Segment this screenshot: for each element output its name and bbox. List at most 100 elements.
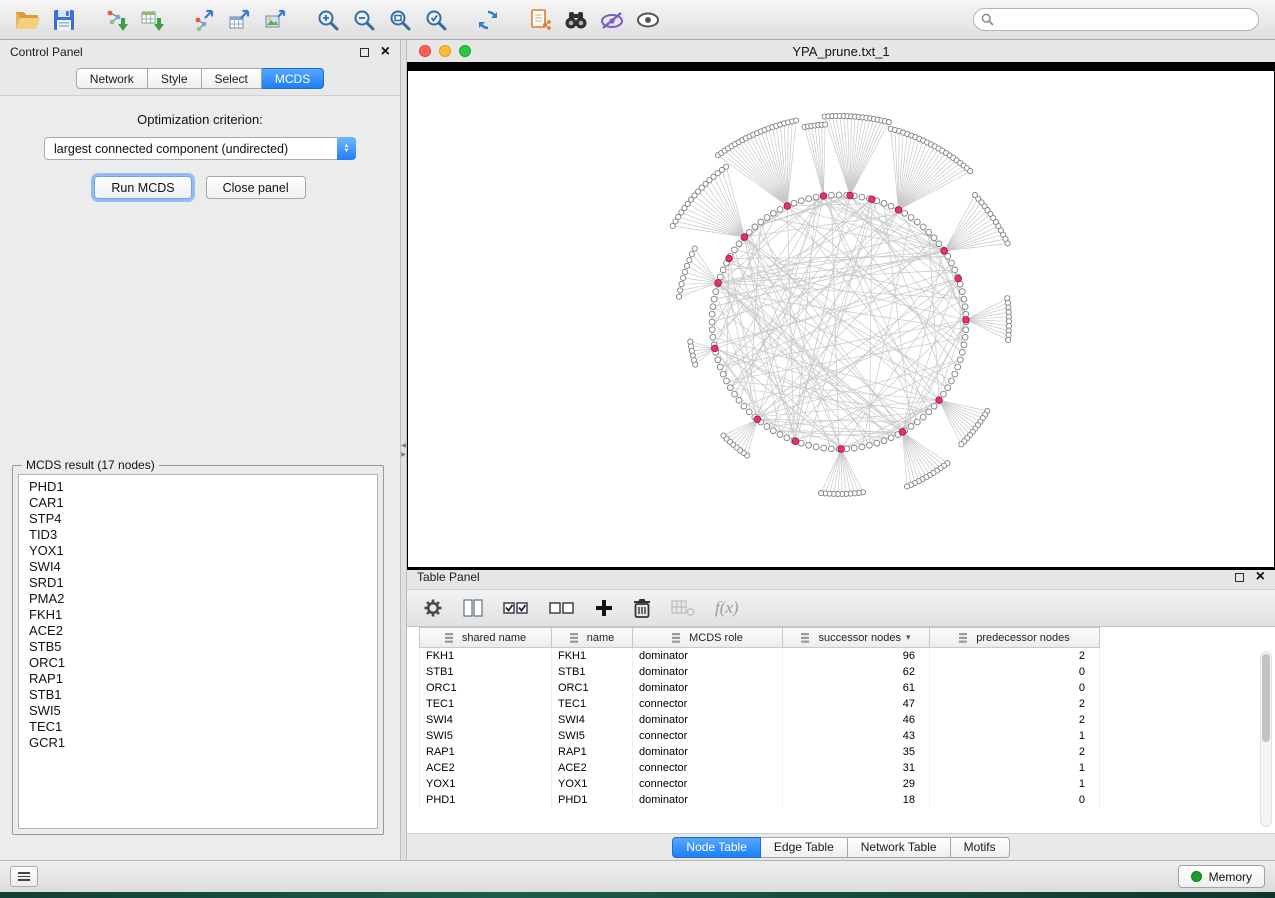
column-header-name[interactable]: name	[552, 628, 633, 648]
window-zoom-button[interactable]	[459, 45, 471, 57]
export-table-button[interactable]	[222, 4, 258, 36]
table-cell: 18	[783, 792, 930, 808]
float-panel-icon[interactable]	[360, 48, 369, 57]
column-header-shared-name[interactable]: shared name	[420, 628, 552, 648]
column-header-predecessor-nodes[interactable]: predecessor nodes	[930, 628, 1100, 648]
tab-network[interactable]: Network	[76, 68, 148, 89]
search-input[interactable]	[973, 8, 1259, 31]
collapse-right-icon[interactable]: ▶	[401, 451, 406, 458]
scrollbar-thumb[interactable]	[1262, 654, 1270, 742]
mcds-result-item[interactable]: ACE2	[19, 623, 377, 639]
table-row[interactable]: ORC1ORC1dominator610	[420, 680, 1100, 696]
memory-button[interactable]: Memory	[1178, 865, 1265, 888]
window-close-button[interactable]	[419, 45, 431, 57]
add-column-button[interactable]	[595, 599, 613, 617]
float-table-panel-icon[interactable]	[1235, 573, 1244, 582]
mcds-result-item[interactable]: TID3	[19, 527, 377, 543]
show-details-button[interactable]	[630, 4, 666, 36]
mcds-result-item[interactable]: PMA2	[19, 591, 377, 607]
eye-icon	[635, 9, 661, 31]
mcds-result-item[interactable]: GCR1	[19, 735, 377, 751]
table-row[interactable]: STB1STB1dominator620	[420, 664, 1100, 680]
table-settings-button[interactable]	[423, 598, 443, 618]
memory-label: Memory	[1209, 870, 1252, 884]
mcds-result-item[interactable]: STP4	[19, 511, 377, 527]
mcds-result-item[interactable]: STB5	[19, 639, 377, 655]
deselect-all-icon	[549, 599, 575, 617]
table-cell: 29	[783, 776, 930, 792]
table-row[interactable]: FKH1FKH1dominator962	[420, 648, 1100, 664]
clone-network-button[interactable]	[522, 4, 558, 36]
column-header-mcds-role[interactable]: MCDS role	[633, 628, 783, 648]
tab-motifs[interactable]: Motifs	[951, 837, 1010, 858]
zoom-out-button[interactable]	[346, 4, 382, 36]
control-panel-title: Control Panel	[10, 45, 83, 59]
mcds-result-item[interactable]: FKH1	[19, 607, 377, 623]
table-cell: 35	[783, 744, 930, 760]
table-row[interactable]: PHD1PHD1dominator180	[420, 792, 1100, 808]
tab-edge-table[interactable]: Edge Table	[761, 837, 848, 858]
column-header-successor-nodes[interactable]: successor nodes▾	[783, 628, 930, 648]
table-cell: 31	[783, 760, 930, 776]
vertical-scrollbar[interactable]	[1260, 651, 1272, 827]
mcds-result-item[interactable]: RAP1	[19, 671, 377, 687]
export-network-icon	[192, 8, 216, 32]
mcds-result-item[interactable]: CAR1	[19, 495, 377, 511]
mcds-result-item[interactable]: TEC1	[19, 719, 377, 735]
criterion-dropdown[interactable]: largest connected component (undirected)…	[44, 137, 356, 160]
table-cell: SWI5	[552, 728, 633, 744]
window-minimize-button[interactable]	[439, 45, 451, 57]
table-row[interactable]: ACE2ACE2connector311	[420, 760, 1100, 776]
first-neighbors-button[interactable]	[558, 4, 594, 36]
table-cell: 2	[930, 712, 1100, 728]
tab-node-table[interactable]: Node Table	[672, 837, 761, 858]
mcds-result-item[interactable]: SWI4	[19, 559, 377, 575]
import-table-button[interactable]	[134, 4, 170, 36]
close-panel-icon[interactable]: ×	[381, 46, 390, 58]
open-file-button[interactable]	[10, 4, 46, 36]
table-row[interactable]: RAP1RAP1dominator352	[420, 744, 1100, 760]
optimization-criterion-label: Optimization criterion:	[0, 112, 400, 127]
collapse-left-icon[interactable]: ◀	[401, 442, 406, 449]
table-cell: STB1	[552, 664, 633, 680]
export-image-button[interactable]	[258, 4, 294, 36]
import-network-icon	[104, 8, 128, 32]
zoom-fit-button[interactable]	[382, 4, 418, 36]
export-network-button[interactable]	[186, 4, 222, 36]
tab-mcds[interactable]: MCDS	[262, 68, 324, 89]
table-row[interactable]: TEC1TEC1connector472	[420, 696, 1100, 712]
menu-icon	[18, 872, 30, 874]
close-panel-button[interactable]: Close panel	[206, 176, 306, 199]
zoom-selected-button[interactable]	[418, 4, 454, 36]
close-table-panel-icon[interactable]: ×	[1256, 571, 1265, 583]
show-columns-button[interactable]	[463, 599, 483, 617]
task-history-button[interactable]	[10, 866, 38, 887]
column-sort-icon	[959, 633, 971, 643]
tab-style[interactable]: Style	[148, 68, 202, 89]
tab-network-table[interactable]: Network Table	[848, 837, 951, 858]
network-canvas[interactable]	[408, 71, 1274, 562]
mcds-result-item[interactable]: SRD1	[19, 575, 377, 591]
mcds-result-item[interactable]: ORC1	[19, 655, 377, 671]
select-all-rows-button[interactable]	[503, 599, 529, 617]
run-mcds-button[interactable]: Run MCDS	[94, 176, 191, 199]
mcds-result-item[interactable]: YOX1	[19, 543, 377, 559]
save-session-button[interactable]	[46, 4, 82, 36]
refresh-layout-button[interactable]	[470, 4, 506, 36]
table-row[interactable]: SWI5SWI5connector431	[420, 728, 1100, 744]
table-row[interactable]: SWI4SWI4dominator462	[420, 712, 1100, 728]
mcds-result-list[interactable]: PHD1CAR1STP4TID3YOX1SWI4SRD1PMA2FKH1ACE2…	[18, 474, 378, 829]
table-row[interactable]: YOX1YOX1connector291	[420, 776, 1100, 792]
zoom-in-button[interactable]	[310, 4, 346, 36]
import-network-button[interactable]	[98, 4, 134, 36]
panel-splitter[interactable]: ◀ ▶	[400, 40, 407, 860]
table-cell: SWI4	[420, 712, 552, 728]
tab-select[interactable]: Select	[202, 68, 262, 89]
table-cell: 46	[783, 712, 930, 728]
delete-column-button[interactable]	[633, 598, 651, 618]
mcds-result-item[interactable]: PHD1	[19, 479, 377, 495]
hide-graphics-button[interactable]	[594, 4, 630, 36]
mcds-result-item[interactable]: SWI5	[19, 703, 377, 719]
mcds-result-item[interactable]: STB1	[19, 687, 377, 703]
deselect-all-rows-button[interactable]	[549, 599, 575, 617]
